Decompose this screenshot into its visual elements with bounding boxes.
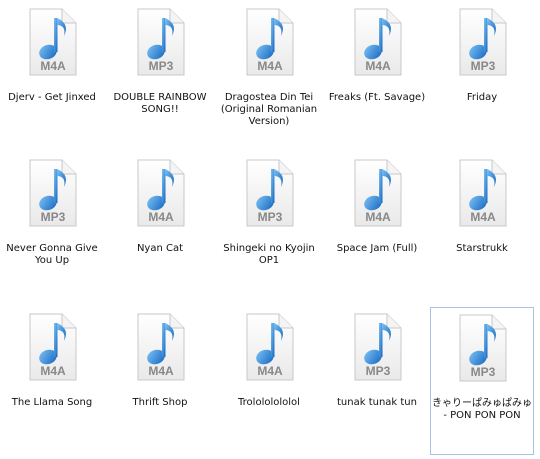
svg-text:M4A: M4A xyxy=(365,59,391,73)
svg-text:M4A: M4A xyxy=(365,210,391,224)
svg-text:M4A: M4A xyxy=(148,210,174,224)
svg-text:MP3: MP3 xyxy=(41,210,66,224)
file-item[interactable]: M4A Dragostea Din Tei (Original Romanian… xyxy=(217,2,321,142)
svg-text:M4A: M4A xyxy=(257,59,283,73)
file-item[interactable]: MP3 tunak tunak tun xyxy=(325,307,429,455)
svg-text:M4A: M4A xyxy=(40,364,66,378)
file-name-label: Never Gonna Give You Up xyxy=(6,243,98,266)
file-grid: M4A Djerv - Get Jinxed MP3 DOUBLE RAINBO… xyxy=(0,0,540,459)
music-file-icon: M4A xyxy=(22,6,82,78)
music-file-icon: MP3 xyxy=(239,157,299,229)
svg-text:MP3: MP3 xyxy=(471,59,496,73)
music-file-icon: M4A xyxy=(452,157,512,229)
file-name-label: The Llama Song xyxy=(11,397,93,408)
file-item[interactable]: MP3 Shingeki no Kyojin OP1 xyxy=(217,153,321,293)
file-item[interactable]: MP3 Friday xyxy=(430,2,534,142)
file-item[interactable]: M4A Trolololololol xyxy=(217,307,321,455)
file-item[interactable]: M4A Freaks (Ft. Savage) xyxy=(325,2,429,142)
file-name-label: Djerv - Get Jinxed xyxy=(8,92,96,103)
file-name-label: きゃりーぱみゅぱみゅ - PON PON PON xyxy=(432,398,532,421)
music-file-icon: M4A xyxy=(239,311,299,383)
svg-text:MP3: MP3 xyxy=(258,210,283,224)
file-name-label: Freaks (Ft. Savage) xyxy=(328,92,426,103)
file-item[interactable]: M4A Djerv - Get Jinxed xyxy=(0,2,104,142)
svg-text:M4A: M4A xyxy=(40,59,66,73)
music-file-icon: M4A xyxy=(347,157,407,229)
file-item[interactable]: M4A Space Jam (Full) xyxy=(325,153,429,293)
file-item[interactable]: M4A Starstrukk xyxy=(430,153,534,293)
music-file-icon: MP3 xyxy=(452,312,512,384)
music-file-icon: MP3 xyxy=(22,157,82,229)
file-item[interactable]: M4A The Llama Song xyxy=(0,307,104,455)
music-file-icon: MP3 xyxy=(452,6,512,78)
file-item[interactable]: MP3 きゃりーぱみゅぱみゅ - PON PON PON xyxy=(430,307,534,455)
music-file-icon: M4A xyxy=(22,311,82,383)
file-item[interactable]: MP3 Never Gonna Give You Up xyxy=(0,153,104,293)
file-name-label: Space Jam (Full) xyxy=(336,243,418,254)
svg-text:MP3: MP3 xyxy=(471,365,496,379)
music-file-icon: M4A xyxy=(347,6,407,78)
file-name-label: Starstrukk xyxy=(456,243,508,254)
file-item[interactable]: MP3 DOUBLE RAINBOW SONG!! xyxy=(108,2,212,142)
file-name-label: DOUBLE RAINBOW SONG!! xyxy=(113,92,207,115)
file-name-label: Friday xyxy=(466,92,498,103)
file-name-label: Thrift Shop xyxy=(132,397,188,408)
file-item[interactable]: M4A Thrift Shop xyxy=(108,307,212,455)
file-name-label: tunak tunak tun xyxy=(337,397,417,408)
file-item[interactable]: M4A Nyan Cat xyxy=(108,153,212,293)
file-name-label: Trolololololol xyxy=(238,397,300,408)
svg-text:MP3: MP3 xyxy=(149,59,174,73)
file-name-label: Nyan Cat xyxy=(136,243,184,254)
svg-text:MP3: MP3 xyxy=(366,364,391,378)
music-file-icon: M4A xyxy=(239,6,299,78)
music-file-icon: M4A xyxy=(130,157,190,229)
svg-text:M4A: M4A xyxy=(257,364,283,378)
svg-text:M4A: M4A xyxy=(148,364,174,378)
music-file-icon: MP3 xyxy=(130,6,190,78)
svg-text:M4A: M4A xyxy=(470,210,496,224)
file-name-label: Dragostea Din Tei (Original Romanian Ver… xyxy=(220,92,318,127)
music-file-icon: M4A xyxy=(130,311,190,383)
music-file-icon: MP3 xyxy=(347,311,407,383)
file-name-label: Shingeki no Kyojin OP1 xyxy=(223,243,315,266)
